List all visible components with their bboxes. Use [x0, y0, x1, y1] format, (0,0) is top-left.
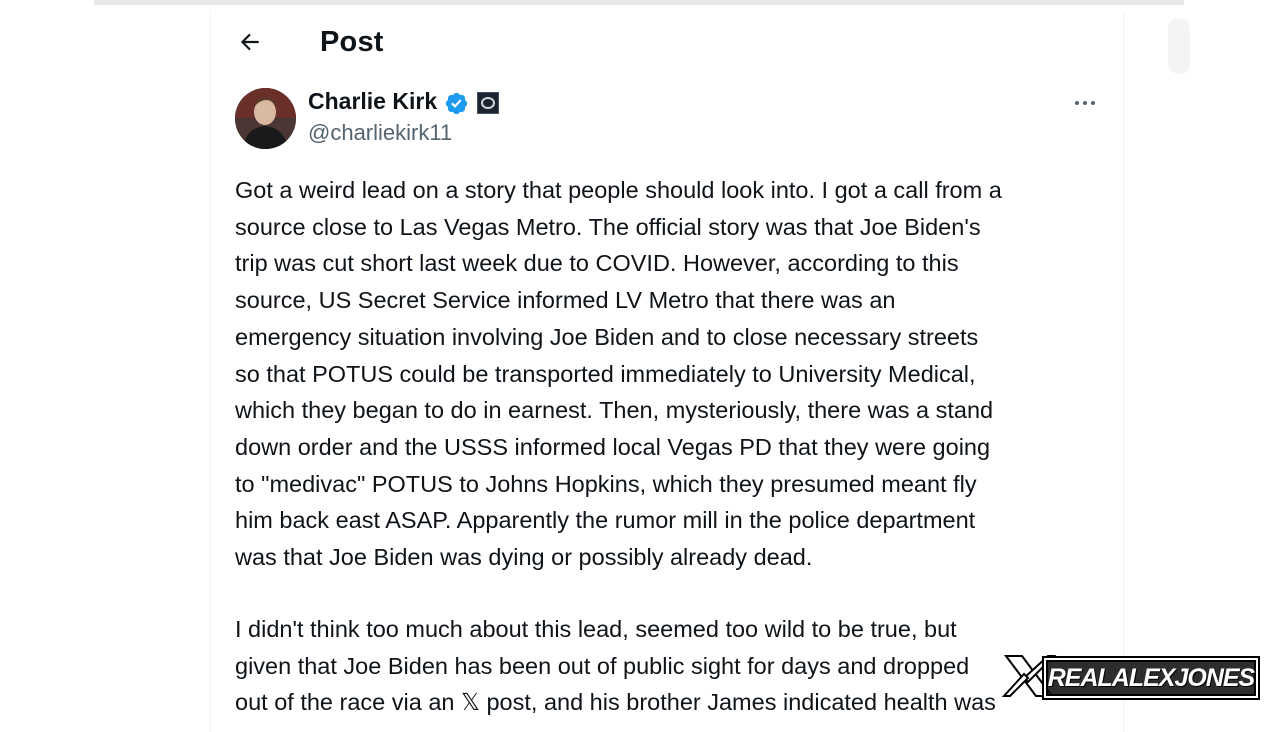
watermark-text: REALALEXJONES [1047, 663, 1255, 692]
more-options-button[interactable] [1068, 90, 1102, 116]
right-panel-edge [1168, 18, 1190, 74]
post-text-paragraph-2: I didn't think too much about this lead,… [235, 616, 996, 716]
avatar-image [235, 88, 296, 149]
avatar[interactable] [235, 88, 296, 149]
page-title: Post [320, 26, 384, 58]
verified-badge-icon [445, 92, 468, 115]
more-horizontal-icon [1075, 101, 1079, 105]
top-strip [94, 0, 1184, 5]
arrow-left-icon [240, 33, 259, 51]
author-handle[interactable]: @charliekirk11 [308, 120, 452, 146]
channel-watermark: REALALEXJONES [1000, 652, 1258, 700]
back-button[interactable] [232, 24, 268, 60]
author-name[interactable]: Charlie Kirk [308, 88, 437, 115]
affiliation-badge[interactable] [477, 92, 499, 114]
post-text-paragraph-1: Got a weird lead on a story that people … [235, 177, 1002, 571]
